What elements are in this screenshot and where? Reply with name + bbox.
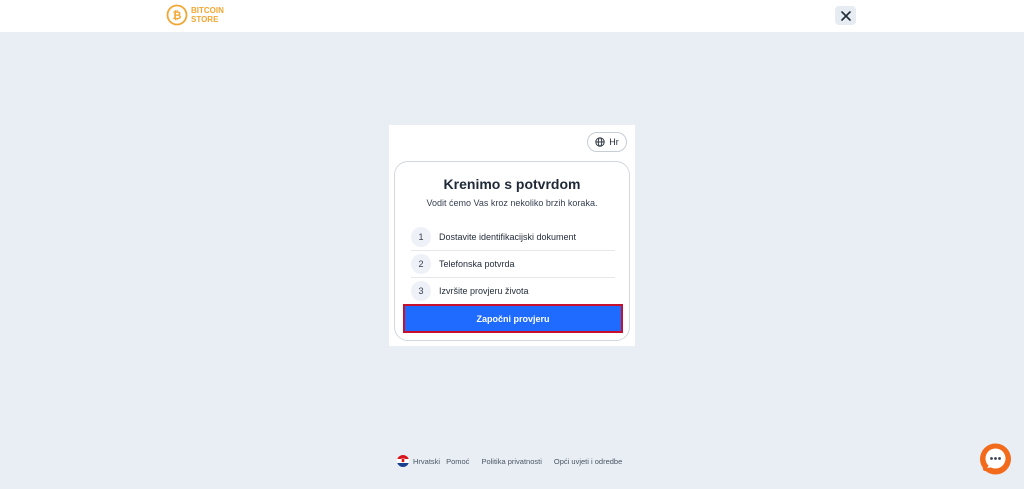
verification-card: Krenimo s potvrdom Vodit ćemo Vas kroz n…: [394, 161, 630, 341]
step-item: 3 Izvršite provjeru života: [411, 278, 615, 304]
language-button[interactable]: Hr: [587, 132, 627, 152]
svg-text:₿: ₿: [173, 9, 182, 22]
step-item: 2 Telefonska potvrda: [411, 251, 615, 278]
step-number: 3: [411, 281, 431, 301]
step-label: Izvršite provjeru života: [439, 286, 529, 296]
chat-button[interactable]: [979, 443, 1012, 476]
top-bar: ₿ BITCOIN STORE: [0, 0, 1024, 32]
verification-panel: Hr Krenimo s potvrdom Vodit ćemo Vas kro…: [389, 125, 635, 346]
card-subtitle: Vodit ćemo Vas kroz nekoliko brzih korak…: [426, 198, 598, 208]
step-label: Dostavite identifikacijski dokument: [439, 232, 577, 242]
globe-icon: [595, 137, 605, 147]
step-item: 1 Dostavite identifikacijski dokument: [411, 224, 615, 251]
footer-link-privacy[interactable]: Politika privatnosti: [481, 457, 541, 466]
step-number: 2: [411, 254, 431, 274]
footer: Hrvatski Pomoć Politika privatnosti Opći…: [397, 453, 622, 469]
bitcoin-store-logo[interactable]: ₿ BITCOIN STORE: [166, 3, 224, 27]
footer-link-help[interactable]: Pomoć: [446, 457, 469, 466]
footer-language[interactable]: Hrvatski: [413, 457, 440, 466]
logo-line-1: BITCOIN: [191, 6, 224, 15]
close-button[interactable]: [835, 6, 856, 25]
close-icon: [840, 10, 851, 21]
footer-link-terms[interactable]: Opći uvjeti i odredbe: [554, 457, 622, 466]
croatia-flag-icon: [397, 455, 409, 467]
logo-line-2: STORE: [191, 15, 219, 24]
card-title: Krenimo s potvrdom: [443, 176, 581, 192]
bitcoin-icon: ₿: [166, 4, 188, 26]
start-verification-button[interactable]: Započni provjeru: [403, 304, 623, 333]
steps-list: 1 Dostavite identifikacijski dokument 2 …: [411, 224, 615, 304]
step-number: 1: [411, 227, 431, 247]
logo-text: BITCOIN STORE: [191, 6, 224, 24]
language-button-label: Hr: [609, 137, 619, 147]
chat-icon: [980, 443, 1011, 475]
step-label: Telefonska potvrda: [439, 259, 515, 269]
